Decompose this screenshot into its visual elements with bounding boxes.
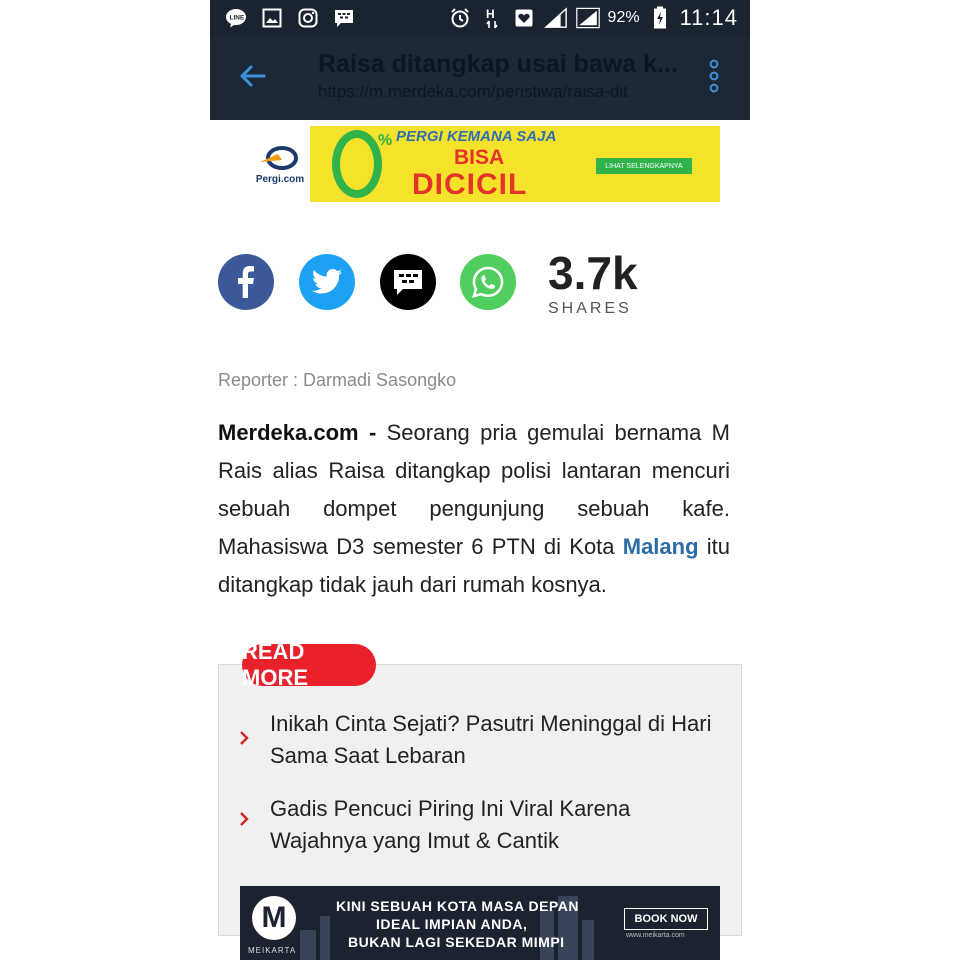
article-source: Merdeka.com - [218,420,377,445]
battery-percent: 92% [607,9,640,26]
ad-brand-name: MEIKARTA [248,946,297,955]
signal-icon [543,6,568,30]
ad-brand-logo: Pergi.com [250,126,310,202]
related-article-title: Inikah Cinta Sejati? Pasutri Meninggal d… [270,711,712,768]
ad-subheadline: IDEAL IMPIAN ANDA, [376,916,528,932]
zero-graphic [332,130,382,198]
ad-subheadline: BISA [454,146,505,169]
line-icon: LINE [224,6,248,30]
bbm-icon [394,270,422,295]
reporter-byline: Reporter : Darmadi Sasongko [218,370,457,390]
page-url: https://m.merdeka.com/peristiwa/raisa-di… [318,82,628,101]
alarm-icon [448,6,472,30]
skyline-building [320,916,330,960]
more-vert-icon [708,59,720,98]
back-button[interactable] [230,58,274,98]
read-more-badge: READ MORE [242,639,376,690]
meikarta-logo-icon: M [252,896,296,940]
bbm-icon [332,6,356,30]
tag-link-malang[interactable]: Malang [623,534,699,559]
instagram-icon [296,6,320,30]
phone-screen: LINE H 92% 11:14 Raisa ditangkap usai ba… [210,0,750,960]
ad-website: www.meikarta.com [626,932,685,939]
whatsapp-icon [472,266,504,298]
chevron-right-icon [236,726,252,750]
related-article-link[interactable]: Gadis Pencuci Piring Ini Viral Karena Wa… [236,793,716,859]
ad-body: % PERGI KEMANA SAJA BISA DICICIL LIHAT S… [310,126,720,202]
book-now-button[interactable]: BOOK NOW [624,908,708,930]
svg-text:LINE: LINE [230,15,245,22]
network-h-icon: H [480,6,504,30]
facebook-icon [238,266,254,298]
related-article-link[interactable]: Inikah Cinta Sejati? Pasutri Meninggal d… [236,708,716,774]
browser-toolbar: Raisa ditangkap usai bawa k... https://m… [210,36,750,120]
skyline-building [582,920,594,960]
ad-brand-name: Pergi.com [255,173,305,185]
back-arrow-icon [238,64,266,93]
page-title: Raisa ditangkap usai bawa k... [318,50,678,78]
ad-cta-button[interactable]: LIHAT SELENGKAPNYA [596,158,692,174]
overflow-menu-button[interactable] [698,58,730,98]
share-facebook-button[interactable] [218,254,274,310]
skyline-building [300,930,316,960]
article-body: Merdeka.com - Seorang pria gemulai berna… [218,414,730,604]
ad-tagline: BUKAN LAGI SEKEDAR MIMPI [348,934,565,950]
status-bar-left: LINE [224,6,356,30]
svg-text:H: H [486,7,495,21]
share-whatsapp-button[interactable] [460,254,516,310]
status-bar: LINE H 92% 11:14 [210,0,750,36]
twitter-icon [312,269,342,294]
ad-headline: KINI SEBUAH KOTA MASA DEPAN [336,898,579,914]
share-count-label: SHARES [548,300,632,317]
ad-banner-bottom[interactable]: M MEIKARTA KINI SEBUAH KOTA MASA DEPAN I… [240,886,720,960]
share-bbm-button[interactable] [380,254,436,310]
status-bar-right: H 92% 11:14 [448,4,738,32]
gallery-icon [260,6,284,30]
share-count: 3.7k [548,247,638,299]
heart-icon [512,6,536,30]
signal-icon [575,6,600,30]
pergi-logo-icon [260,145,298,170]
ad-headline: PERGI KEMANA SAJA [396,128,557,145]
ad-banner-top[interactable]: Pergi.com % PERGI KEMANA SAJA BISA DICIC… [250,126,720,202]
share-twitter-button[interactable] [299,254,355,310]
related-article-title: Gadis Pencuci Piring Ini Viral Karena Wa… [270,796,631,853]
ad-percent: % [378,132,393,149]
status-time: 11:14 [679,5,738,30]
ad-tagline: DICICIL [412,168,528,201]
battery-icon [648,6,672,30]
chevron-right-icon [236,807,252,831]
